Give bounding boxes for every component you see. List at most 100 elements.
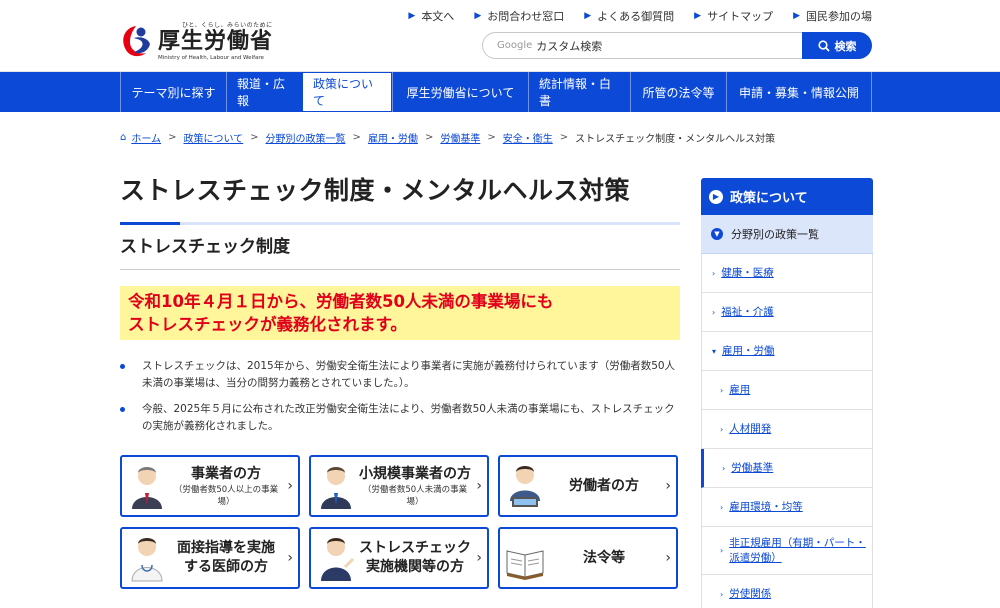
chevron-right-icon: ▶ [584,11,592,21]
bullet-item: 今般、2025年５月に公布された改正労働安全衛生法により、労働者数50人未満の事… [120,401,680,435]
breadcrumb-separator: > [424,132,434,143]
chevron-right-icon: › [665,550,671,566]
sidebar-item-employment[interactable]: › 雇用 [701,371,873,410]
logo-mark-icon [118,22,154,60]
util-link-contact[interactable]: ▶ お問合わせ窓口 [474,8,564,24]
card-small-employers[interactable]: 小規模事業者の方 （労働者数50人未満の事業場） › [309,455,489,517]
breadcrumb-safety-health[interactable]: 安全・衛生 [503,130,553,145]
title-divider [120,222,680,225]
bullet-item: ストレスチェックは、2015年から、労働安全衛生法により事業者に実施が義務付けら… [120,358,680,392]
card-title: 法令等 [583,549,625,566]
chevron-down-icon: ▾ [712,346,717,356]
util-link-public-participation[interactable]: ▶ 国民参加の場 [793,8,872,24]
sidebar-item-welfare-care[interactable]: › 福祉・介護 [701,293,873,332]
chevron-right-icon: ▶ [408,11,416,21]
breadcrumb-separator: > [168,132,177,143]
home-icon: ⌂ [120,132,127,143]
card-subtitle: （労働者数50人以上の事業場） [173,484,279,507]
breadcrumb-employment-labour[interactable]: 雇用・労働 [368,130,418,145]
law-book-icon [506,550,544,580]
search-input[interactable]: Google カスタム検索 [482,32,802,59]
chevron-right-icon: › [665,478,671,494]
card-title: 事業者の方 [191,465,261,482]
section-heading: ストレスチェック制度 [120,237,290,257]
card-check-providers[interactable]: ストレスチェック 実施機関等の方 › [309,527,489,589]
section-divider [120,269,680,270]
card-title: 労働者の方 [569,477,639,494]
breadcrumb: ⌂ ホーム > 政策について > 分野別の政策一覧 > 雇用・労働 > 労働基準… [120,130,775,145]
card-workers[interactable]: 労働者の方 › [498,455,678,517]
card-employers[interactable]: 事業者の方 （労働者数50人以上の事業場） › [120,455,300,517]
notice-line-2: ストレスチェックが義務化されます。 [128,315,407,334]
site-header: ひと、くらし、みらいのために 厚生労働省 Ministry of Health,… [0,0,1000,72]
util-link-sitemap[interactable]: ▶ サイトマップ [694,8,773,24]
chevron-right-icon: › [287,550,293,566]
sidebar-item-human-resources[interactable]: › 人材開発 [701,410,873,449]
sidebar-item-health-medical[interactable]: › 健康・医療 [701,254,873,293]
ministry-logo[interactable]: ひと、くらし、みらいのために 厚生労働省 Ministry of Health,… [118,20,273,62]
chevron-right-icon: › [720,589,724,599]
gnav-item-applications[interactable]: 申請・募集・情報公開 [726,72,872,112]
businessperson-icon [132,467,162,509]
doctor-icon [131,538,163,582]
breadcrumb-home[interactable]: ホーム [131,130,161,145]
card-title-line-2: 実施機関等の方 [366,559,464,575]
breadcrumb-policy-list[interactable]: 分野別の政策一覧 [266,130,346,145]
bullet-list: ストレスチェックは、2015年から、労働安全衛生法により事業者に実施が義務付けら… [120,358,680,435]
chevron-right-circle-icon: ▶ [709,189,723,204]
site-search: Google カスタム検索 検索 [482,32,872,59]
card-title: 面接指導を実施 [177,540,275,556]
util-link-faq[interactable]: ▶ よくある御質問 [584,8,674,24]
notice-line-1: 令和10年４月１日から、労働者数50人未満の事業場にも [128,292,554,311]
breadcrumb-labour-standards[interactable]: 労働基準 [440,130,480,145]
sidebar-item-employment-labour[interactable]: ▾ 雇用・労働 [701,332,873,371]
search-placeholder: カスタム検索 [536,39,603,53]
chevron-right-icon: › [287,478,293,494]
gnav-item-themes[interactable]: テーマ別に探す [120,72,226,112]
breadcrumb-current: ストレスチェック制度・メンタルヘルス対策 [575,134,776,145]
sidebar-item-labour-relations[interactable]: › 労使関係 [701,575,873,608]
search-icon [817,39,830,52]
chevron-right-icon: › [712,307,716,317]
card-title: 小規模事業者の方 [359,465,471,482]
main-content: ストレスチェック制度・メンタルヘルス対策 ストレスチェック制度 令和10年４月１… [120,172,680,589]
gnav-item-about-ministry[interactable]: 厚生労働省について [392,72,528,112]
sidebar-subheader[interactable]: ▼ 分野別の政策一覧 [701,215,873,254]
breadcrumb-separator: > [487,132,496,143]
chevron-right-icon: › [476,478,482,494]
logo-name: 厚生労働省 [158,29,274,54]
gnav-item-laws[interactable]: 所管の法令等 [630,72,726,112]
card-laws[interactable]: 法令等 › [498,527,678,589]
gnav-item-press[interactable]: 報道・広報 [226,72,302,112]
utility-nav: ▶ 本文へ ▶ お問合わせ窓口 ▶ よくある御質問 ▶ サイトマップ ▶ 国民参加の場 [388,8,872,24]
chevron-down-circle-icon: ▼ [711,228,723,240]
logo-tagline: ひと、くらし、みらいのために [182,22,273,29]
chevron-right-icon: ▶ [694,11,702,21]
chevron-right-icon: › [720,546,724,555]
chevron-right-icon: › [722,463,726,473]
gnav-item-policies[interactable]: 政策について [302,72,392,112]
util-link-skip-to-content[interactable]: ▶ 本文へ [408,8,454,24]
google-label: Google [497,40,533,51]
notice-banner: 令和10年４月１日から、労働者数50人未満の事業場にも ストレスチェックが義務化… [120,286,680,340]
breadcrumb-separator: > [250,132,259,143]
sidebar-item-labour-standards[interactable]: › 労働基準 [701,449,873,488]
page-title: ストレスチェック制度・メンタルヘルス対策 [120,176,631,205]
audience-cards: 事業者の方 （労働者数50人以上の事業場） › 小規模事業者の方 （労働者数50人未… [120,455,680,589]
worker-at-laptop-icon [510,466,540,507]
sidebar-header[interactable]: ▶ 政策について [701,178,873,215]
search-button[interactable]: 検索 [802,32,872,59]
presenter-icon [321,538,355,581]
sidebar-item-equal-employment[interactable]: › 雇用環境・均等 [701,488,873,527]
gnav-item-statistics[interactable]: 統計情報・白書 [528,72,630,112]
sidebar: ▶ 政策について ▼ 分野別の政策一覧 › 健康・医療 › 福祉・介護 ▾ 雇用・労働… [701,178,873,608]
chevron-right-icon: ▶ [793,11,800,21]
chevron-right-icon: › [476,550,482,566]
card-physicians[interactable]: 面接指導を実施 する医師の方 › [120,527,300,589]
sidebar-item-non-regular-employment[interactable]: › 非正規雇用（有期・パート・派遣労働） [701,527,873,575]
breadcrumb-separator: > [352,132,361,143]
breadcrumb-separator: > [559,132,569,143]
logo-english-name: Ministry of Health, Labour and Welfare [158,55,264,61]
breadcrumb-policies[interactable]: 政策について [183,130,243,145]
chevron-right-icon: › [720,502,724,512]
